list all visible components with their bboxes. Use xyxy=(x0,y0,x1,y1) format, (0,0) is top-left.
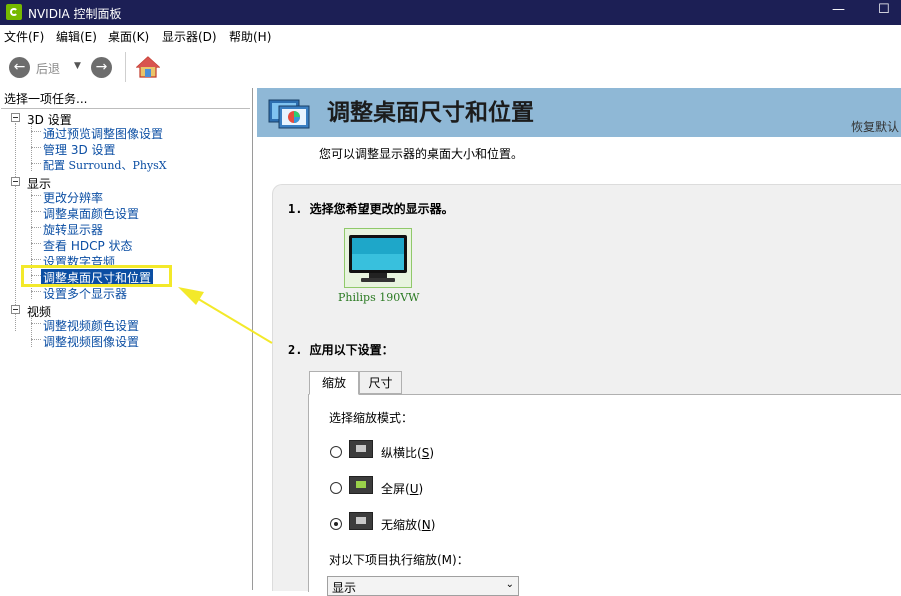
tree-connector xyxy=(31,131,41,132)
no-scaling-icon xyxy=(349,512,373,530)
page-banner: 调整桌面尺寸和位置 恢复默认 xyxy=(257,88,901,137)
aspect-ratio-icon xyxy=(349,440,373,458)
annotation-highlight-box xyxy=(21,265,172,287)
menu-edit[interactable]: 编辑(E) xyxy=(56,28,97,45)
perform-scaling-label: 对以下项目执行缩放(M)： xyxy=(329,553,469,567)
chevron-down-icon: ⌄ xyxy=(505,579,514,590)
mode-no-scaling-text: 无缩放 xyxy=(381,518,418,532)
collapse-toggle-display[interactable] xyxy=(11,177,20,186)
window-title: NVIDIA 控制面板 xyxy=(28,7,122,21)
task-configure-surround-physx[interactable]: 配置 Surround、PhysX xyxy=(43,157,167,173)
collapse-toggle-3d[interactable] xyxy=(11,113,20,122)
tree-connector xyxy=(31,323,41,324)
task-adjust-desktop-color[interactable]: 调整桌面颜色设置 xyxy=(43,205,139,222)
perform-scaling-select[interactable]: 显示 ⌄ xyxy=(327,576,519,596)
menu-bar: 文件(F) 编辑(E) 桌面(K) 显示器(D) 帮助(H) xyxy=(0,25,901,46)
maximize-button[interactable]: ☐ xyxy=(878,2,890,17)
home-icon[interactable] xyxy=(136,55,160,79)
tree-connector xyxy=(31,195,41,196)
step-1-heading: 1. 选择您希望更改的显示器。 xyxy=(288,202,454,216)
scaling-tab-panel: 选择缩放模式： 纵横比(S) 全屏(U) 无缩放(N) 对以下项目执行缩放(M)… xyxy=(308,394,901,592)
tree-connector xyxy=(31,259,41,260)
monitor-icon xyxy=(349,235,407,282)
settings-panel: 1. 选择您希望更改的显示器。 Philips 190VW 2. 应用以下设置：… xyxy=(272,184,901,592)
task-sidebar: 选择一项任务... 3D 设置 通过预览调整图像设置 管理 3D 设置 配置 S… xyxy=(0,88,253,590)
main-content: 调整桌面尺寸和位置 恢复默认 您可以调整显示器的桌面大小和位置。 1. 选择您希… xyxy=(253,88,901,596)
forward-button[interactable]: → xyxy=(91,57,112,78)
arrow-right-icon: → xyxy=(95,59,108,75)
task-rotate-display[interactable]: 旋转显示器 xyxy=(43,221,103,238)
sidebar-header: 选择一项任务... xyxy=(4,92,88,106)
mode-no-scaling-label: 无缩放(N) xyxy=(381,518,436,532)
tree-connector xyxy=(31,163,41,164)
task-preview-image-settings[interactable]: 通过预览调整图像设置 xyxy=(43,125,163,142)
task-tree: 3D 设置 通过预览调整图像设置 管理 3D 设置 配置 Surround、Ph… xyxy=(1,108,250,591)
menu-desktop[interactable]: 桌面(K) xyxy=(108,28,149,45)
toolbar: ← 后退 ▼ → xyxy=(0,46,901,89)
minimize-button[interactable]: — xyxy=(832,2,845,17)
menu-display[interactable]: 显示器(D) xyxy=(162,28,217,45)
menu-help[interactable]: 帮助(H) xyxy=(229,28,271,45)
tree-connector xyxy=(31,211,41,212)
title-bar: NVIDIA 控制面板 — ☐ xyxy=(0,0,901,25)
radio-aspect-ratio[interactable] xyxy=(330,446,342,458)
tab-size[interactable]: 尺寸 xyxy=(359,371,402,394)
task-adjust-video-color[interactable]: 调整视频颜色设置 xyxy=(43,317,139,334)
tree-connector xyxy=(31,243,41,244)
mode-full-screen-label: 全屏(U) xyxy=(381,482,424,496)
task-set-up-multiple-displays[interactable]: 设置多个显示器 xyxy=(43,285,127,302)
mode-full-screen-text: 全屏 xyxy=(381,482,406,496)
tree-connector xyxy=(15,123,16,331)
task-view-hdcp-status[interactable]: 查看 HDCP 状态 xyxy=(43,237,133,254)
toolbar-separator xyxy=(125,52,126,82)
step-2-heading: 2. 应用以下设置： xyxy=(288,343,394,357)
radio-full-screen[interactable] xyxy=(330,482,342,494)
page-description: 您可以调整显示器的桌面大小和位置。 xyxy=(319,147,524,161)
desktop-settings-icon xyxy=(268,99,310,129)
menu-file[interactable]: 文件(F) xyxy=(4,28,44,45)
page-title: 调整桌面尺寸和位置 xyxy=(327,99,534,126)
mode-no-scaling-accel: N xyxy=(421,518,431,532)
full-screen-icon xyxy=(349,476,373,494)
monitor-name: Philips 190VW xyxy=(338,291,420,304)
mode-aspect-ratio-accel: S xyxy=(421,446,430,460)
scaling-mode-label: 选择缩放模式： xyxy=(329,411,414,425)
collapse-toggle-video[interactable] xyxy=(11,305,20,314)
tree-connector xyxy=(31,291,41,292)
radio-no-scaling[interactable] xyxy=(330,518,342,530)
monitor-selector-philips[interactable] xyxy=(344,228,412,288)
back-label: 后退 xyxy=(36,62,61,76)
mode-aspect-ratio-label: 纵横比(S) xyxy=(381,446,435,460)
nvidia-logo-icon xyxy=(6,4,22,20)
tab-scaling[interactable]: 缩放 xyxy=(309,371,359,395)
arrow-left-icon: ← xyxy=(13,59,26,75)
history-dropdown-icon[interactable]: ▼ xyxy=(74,61,81,71)
mode-full-screen-accel: U xyxy=(409,482,419,496)
tree-connector xyxy=(31,227,41,228)
perform-scaling-value: 显示 xyxy=(332,581,357,595)
mode-aspect-ratio-text: 纵横比 xyxy=(381,446,418,460)
back-button[interactable]: ← xyxy=(9,57,30,78)
restore-defaults-link[interactable]: 恢复默认 xyxy=(851,118,899,135)
tree-connector xyxy=(31,339,41,340)
task-manage-3d-settings[interactable]: 管理 3D 设置 xyxy=(43,141,116,158)
tree-connector xyxy=(31,147,41,148)
task-adjust-video-image[interactable]: 调整视频图像设置 xyxy=(43,333,139,350)
task-change-resolution[interactable]: 更改分辨率 xyxy=(43,189,103,206)
